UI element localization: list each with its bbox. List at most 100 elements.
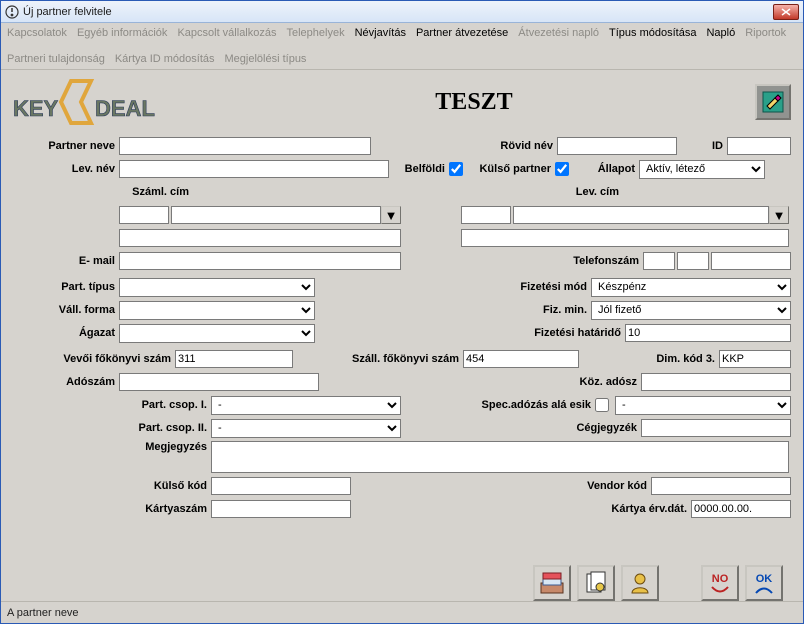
szall-fokonyvi-input[interactable]	[463, 350, 579, 368]
adoszam-input[interactable]	[119, 373, 319, 391]
menu-item-partner-tvezet-se[interactable]: Partner átvezetése	[416, 25, 508, 41]
label-lev-nev: Lev. név	[13, 163, 119, 175]
label-szall-fokonyvi: Száll. főkönyvi szám	[293, 353, 463, 365]
part-csop2-select[interactable]: -	[211, 419, 401, 438]
bottom-toolbar: NO OK	[13, 559, 791, 601]
vevoi-fokonyvi-input[interactable]	[175, 350, 293, 368]
label-rovid-nev: Rövid név	[477, 140, 557, 152]
rovid-nev-input[interactable]	[557, 137, 677, 155]
megjegyzes-input[interactable]	[211, 441, 789, 473]
lev-cim-street-input[interactable]	[461, 229, 789, 247]
fizetesi-mod-select[interactable]: Készpénz	[591, 278, 791, 297]
label-lev-cim: Lev. cím	[453, 186, 623, 198]
partner-neve-input[interactable]	[119, 137, 371, 155]
header-row: KEY DEAL TESZT	[13, 78, 791, 126]
menu-item-t-pus-m-dos-t-sa[interactable]: Típus módosítása	[609, 25, 696, 41]
szaml-cim-city-input[interactable]	[171, 206, 381, 224]
lev-cim-dropdown-button[interactable]: ▼	[769, 206, 789, 224]
svg-text:KEY: KEY	[13, 96, 59, 121]
label-kartyaszam: Kártyaszám	[13, 503, 211, 515]
label-email: E- mail	[13, 255, 119, 267]
agazat-select[interactable]	[119, 324, 315, 343]
lev-cim-zip-input[interactable]	[461, 206, 511, 224]
svg-text:DEAL: DEAL	[95, 96, 155, 121]
label-telefon: Telefonszám	[543, 255, 643, 267]
lev-nev-input[interactable]	[119, 160, 389, 178]
label-vevoi-fokonyvi: Vevői főkönyvi szám	[13, 353, 175, 365]
label-dim-kod3: Dim. kód 3.	[627, 353, 719, 365]
part-tipus-select[interactable]	[119, 278, 315, 297]
label-koz-adosz: Köz. adósz	[549, 376, 641, 388]
label-megjegyzes: Megjegyzés	[13, 441, 211, 453]
menu-item-n-vjav-t-s[interactable]: Névjavítás	[355, 25, 406, 41]
window: Új partner felvitele KapcsolatokEgyéb in…	[0, 0, 804, 624]
document-button[interactable]	[577, 565, 615, 601]
label-spec-adozas: Spec.adózás alá esik	[445, 399, 595, 411]
spec-adozas-select[interactable]: -	[615, 396, 791, 415]
cegjegyzek-input[interactable]	[641, 419, 791, 437]
kartyaszam-input[interactable]	[211, 500, 351, 518]
content: KEY DEAL TESZT Partner neve Rövid név ID	[1, 70, 803, 601]
label-vendor-kod: Vendor kód	[551, 480, 651, 492]
menu-item-kapcsolt-v-llalkoz-s: Kapcsolt vállalkozás	[177, 25, 276, 41]
edit-record-button[interactable]	[755, 84, 791, 120]
statusbar: A partner neve	[1, 601, 803, 623]
label-fizetesi-mod: Fizetési mód	[491, 281, 591, 293]
menu-item-telephelyek: Telephelyek	[287, 25, 345, 41]
menu-item-partneri-tulajdons-g: Partneri tulajdonság	[7, 51, 105, 67]
label-kulso-partner: Külső partner	[463, 163, 555, 175]
label-cegjegyzek: Cégjegyzék	[549, 422, 641, 434]
fiz-min-select[interactable]: Jól fizető	[591, 301, 791, 320]
label-id: ID	[677, 140, 727, 152]
menu-item-k-rtya-id-m-dos-t-s: Kártya ID módosítás	[115, 51, 215, 67]
tel1-input[interactable]	[643, 252, 675, 270]
app-icon	[5, 5, 19, 19]
label-vall-forma: Váll. forma	[13, 304, 119, 316]
window-title: Új partner felvitele	[23, 6, 112, 18]
tel2-input[interactable]	[677, 252, 709, 270]
part-csop1-select[interactable]: -	[211, 396, 401, 415]
archive-button[interactable]	[533, 565, 571, 601]
label-agazat: Ágazat	[13, 327, 119, 339]
spec-adozas-checkbox[interactable]	[595, 398, 609, 412]
vendor-kod-input[interactable]	[651, 477, 791, 495]
ok-button[interactable]: OK	[745, 565, 783, 601]
menu-item-kapcsolatok: Kapcsolatok	[7, 25, 67, 41]
kartya-erv-input[interactable]	[691, 500, 791, 518]
fizetesi-hatarido-input[interactable]	[625, 324, 791, 342]
label-part-csop2: Part. csop. II.	[13, 422, 211, 434]
label-szaml-cim: Száml. cím	[13, 186, 193, 198]
koz-adosz-input[interactable]	[641, 373, 791, 391]
close-button[interactable]	[773, 4, 799, 20]
label-part-tipus: Part. típus	[13, 281, 119, 293]
szaml-cim-dropdown-button[interactable]: ▼	[381, 206, 401, 224]
kulso-kod-input[interactable]	[211, 477, 351, 495]
label-adoszam: Adószám	[13, 376, 119, 388]
no-button[interactable]: NO	[701, 565, 739, 601]
titlebar: Új partner felvitele	[1, 1, 803, 23]
id-input[interactable]	[727, 137, 791, 155]
titlebar-left: Új partner felvitele	[5, 5, 112, 19]
user-button[interactable]	[621, 565, 659, 601]
logo: KEY DEAL	[13, 78, 193, 126]
belfoldi-checkbox[interactable]	[449, 162, 463, 176]
label-part-csop1: Part. csop. I.	[13, 399, 211, 411]
szaml-cim-zip-input[interactable]	[119, 206, 169, 224]
email-input[interactable]	[119, 252, 401, 270]
allapot-select[interactable]: Aktív, létező	[639, 160, 765, 179]
kulso-partner-checkbox[interactable]	[555, 162, 569, 176]
label-fizetesi-hatarido: Fizetési határidő	[491, 327, 625, 339]
status-text: A partner neve	[7, 607, 79, 619]
menu-item--tvezet-si-napl-: Átvezetési napló	[518, 25, 599, 41]
menu-item-megjel-l-si-t-pus: Megjelölési típus	[225, 51, 307, 67]
menubar: KapcsolatokEgyéb információkKapcsolt vál…	[1, 23, 803, 70]
label-kulso-kod: Külső kód	[13, 480, 211, 492]
tel3-input[interactable]	[711, 252, 791, 270]
menu-item-riportok: Riportok	[745, 25, 786, 41]
szaml-cim-street-input[interactable]	[119, 229, 401, 247]
label-fiz-min: Fiz. min.	[491, 304, 591, 316]
lev-cim-city-input[interactable]	[513, 206, 769, 224]
vall-forma-select[interactable]	[119, 301, 315, 320]
menu-item-napl-[interactable]: Napló	[706, 25, 735, 41]
dim-kod3-input[interactable]	[719, 350, 791, 368]
